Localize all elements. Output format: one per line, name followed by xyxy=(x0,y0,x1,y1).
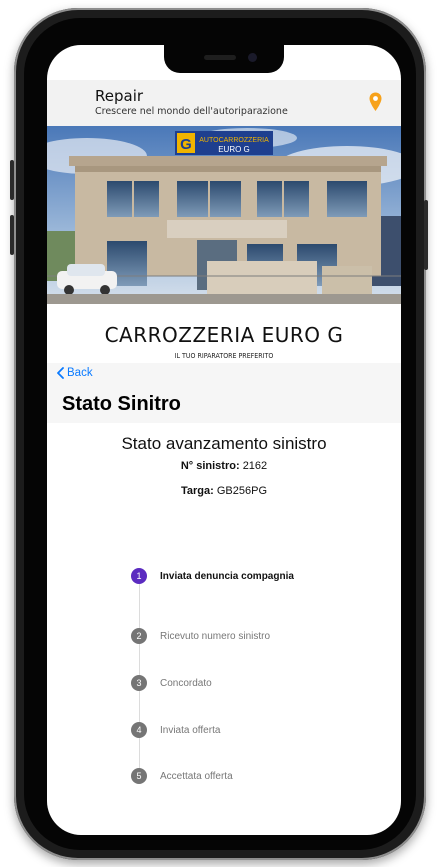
sign-text: AUTOCARROZZERIA xyxy=(199,137,269,144)
step-label: Inviata offerta xyxy=(160,724,221,736)
phone-notch xyxy=(164,45,284,73)
front-camera xyxy=(248,53,257,62)
volume-button xyxy=(10,160,14,200)
step-number-badge: 3 xyxy=(131,675,147,691)
speaker-grille xyxy=(204,55,236,60)
app-header: Repair Crescere nel mondo dell'autoripar… xyxy=(47,80,401,126)
step-item[interactable]: 5 Accettata offerta xyxy=(131,768,233,784)
plate-label: Targa: xyxy=(180,485,214,497)
step-item[interactable]: 1 Inviata denuncia compagnia xyxy=(131,568,294,584)
step-number-badge: 2 xyxy=(131,628,147,644)
company-tagline: IL TUO RIPARATORE PREFERITO xyxy=(174,352,274,360)
back-button[interactable]: Back xyxy=(56,367,93,379)
claim-number: N° sinistro: 2162 xyxy=(47,460,401,472)
sign-subtext: EURO G xyxy=(218,145,250,154)
step-label: Ricevuto numero sinistro xyxy=(160,630,271,642)
section-title: Stato avanzamento sinistro xyxy=(121,434,327,453)
step-label: Inviata denuncia compagnia xyxy=(160,570,294,582)
app-subtitle: Crescere nel mondo dell'autoriparazione xyxy=(95,106,288,117)
power-button xyxy=(424,200,428,270)
step-item[interactable]: 3 Concordato xyxy=(131,675,212,691)
app-title: Repair xyxy=(95,87,144,105)
claim-number-value: 2162 xyxy=(242,460,268,472)
volume-button xyxy=(10,215,14,255)
step-item[interactable]: 2 Ricevuto numero sinistro xyxy=(131,628,270,644)
step-number-badge: 5 xyxy=(131,768,147,784)
page-title: Stato Sinitro xyxy=(62,393,181,415)
step-number-badge: 1 xyxy=(131,568,147,584)
step-label: Accettata offerta xyxy=(160,770,233,782)
plate-number: Targa: GB256PG xyxy=(47,485,401,497)
nav-bar: Back Stato Sinitro xyxy=(47,363,401,423)
step-label: Concordato xyxy=(160,677,212,689)
progress-steps: 1 Inviata denuncia compagnia 2 Ricevuto … xyxy=(131,561,381,791)
back-label: Back xyxy=(67,367,93,379)
location-pin-icon[interactable] xyxy=(369,92,382,112)
claim-number-label: N° sinistro: xyxy=(180,460,240,472)
app-screen: Repair Crescere nel mondo dell'autoripar… xyxy=(47,45,401,835)
step-item[interactable]: 4 Inviata offerta xyxy=(131,722,220,738)
step-number-badge: 4 xyxy=(131,722,147,738)
plate-value: GB256PG xyxy=(216,485,267,497)
company-name: CARROZZERIA EURO G xyxy=(104,323,344,347)
chevron-left-icon xyxy=(57,367,64,379)
shop-banner-image: G AUTOCARROZZERIA EURO G xyxy=(47,126,401,304)
logo-letter: G xyxy=(180,136,192,153)
